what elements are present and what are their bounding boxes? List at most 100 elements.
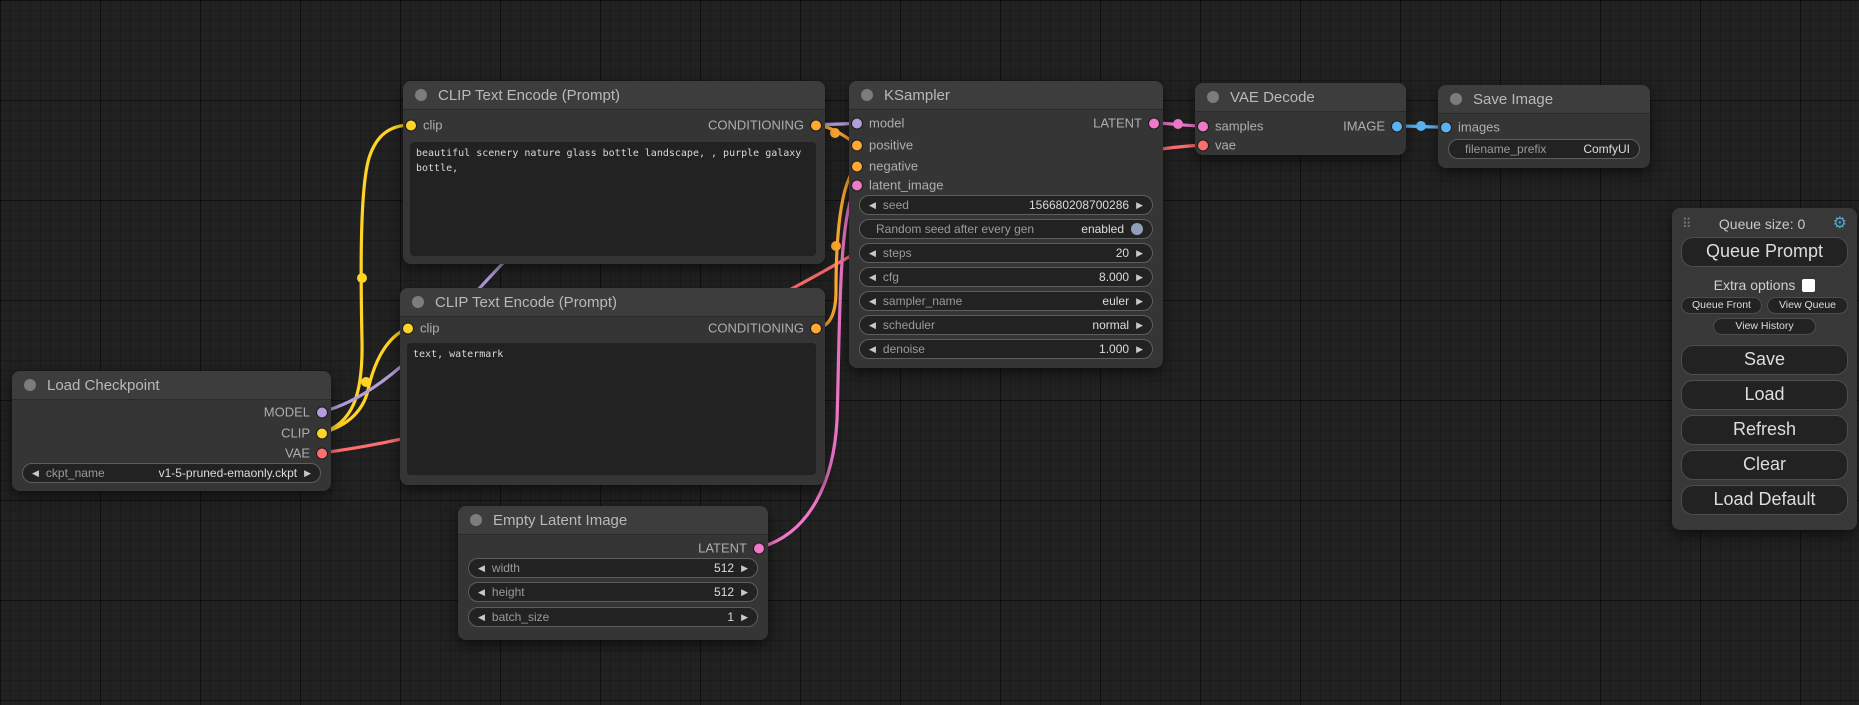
load-default-button[interactable]: Load Default [1681,485,1848,515]
node-collapse-dot-icon[interactable] [1207,91,1219,103]
ksampler-widget-steps[interactable]: ◀steps20▶ [859,243,1153,263]
increment-arrow-icon[interactable]: ▶ [741,564,748,573]
toggle-on-icon[interactable] [1131,223,1143,235]
increment-arrow-icon[interactable]: ▶ [1136,273,1143,282]
latent-port-dot[interactable] [1149,118,1159,128]
view-history-button[interactable]: View History [1713,318,1817,335]
conditioning-port-dot[interactable] [811,120,821,130]
conditioning-port-dot[interactable] [852,161,862,171]
wire-dot-decode-image-to-save[interactable] [1416,121,1426,131]
ksampler-widget-denoise[interactable]: ◀denoise1.000▶ [859,339,1153,359]
clip-port-dot[interactable] [317,428,327,438]
load-checkpoint-title-bar[interactable]: Load Checkpoint [12,371,331,400]
decrement-arrow-icon[interactable]: ◀ [869,297,876,306]
ksampler-widget-random-seed-after-every-gen[interactable]: Random seed after every genenabled [859,219,1153,239]
save-button[interactable]: Save [1681,345,1848,375]
node-empty-latent-image[interactable]: Empty Latent Image LATENT ◀width512▶ ◀heigh… [458,506,768,640]
increment-arrow-icon[interactable]: ▶ [1136,321,1143,330]
conditioning-port-dot[interactable] [852,140,862,150]
ksampler-output-latent[interactable]: LATENT [1093,116,1159,131]
clear-button[interactable]: Clear [1681,450,1848,480]
empty-latent-image-widget-width[interactable]: ◀width512▶ [468,558,758,578]
decrement-arrow-icon[interactable]: ◀ [869,201,876,210]
clip-port-dot[interactable] [403,323,413,333]
image-port-dot[interactable] [1441,122,1451,132]
node-load-checkpoint[interactable]: Load Checkpoint MODEL CLIP VAE ◀ckpt_namev1-… [12,371,331,491]
increment-arrow-icon[interactable]: ▶ [1136,249,1143,258]
empty-latent-image-output-latent[interactable]: LATENT [698,541,764,556]
view-queue-button[interactable]: View Queue [1767,297,1848,314]
node-collapse-dot-icon[interactable] [415,89,427,101]
wire-dot-checkpoint-clip-to-prompt2[interactable] [361,377,371,387]
wire-dot-negative-conditioning[interactable] [831,241,841,251]
increment-arrow-icon[interactable]: ▶ [1136,201,1143,210]
node-clip-text-encode-2[interactable]: CLIP Text Encode (Prompt) clip CONDITIONIN… [400,288,825,485]
ksampler-input-negative[interactable]: negative [852,159,918,174]
image-port-dot[interactable] [1392,121,1402,131]
model-port-dot[interactable] [852,118,862,128]
vae-port-dot[interactable] [317,448,327,458]
increment-arrow-icon[interactable]: ▶ [741,588,748,597]
decrement-arrow-icon[interactable]: ◀ [478,588,485,597]
save-image-input-images[interactable]: images [1441,120,1500,135]
node-collapse-dot-icon[interactable] [470,514,482,526]
decrement-arrow-icon[interactable]: ◀ [869,273,876,282]
save-image-widget-filename-prefix[interactable]: filename_prefixComfyUI [1448,139,1640,159]
node-vae-decode[interactable]: VAE DecodesamplesvaeIMAGE [1195,83,1406,155]
empty-latent-image-widget-batch-size[interactable]: ◀batch_size1▶ [468,607,758,627]
conditioning-port-dot[interactable] [811,323,821,333]
settings-gear-icon[interactable]: ⚙ [1833,216,1847,232]
drag-handle-icon[interactable]: ⠿ [1682,216,1692,232]
save-image-title-bar[interactable]: Save Image [1438,85,1650,114]
decrement-arrow-icon[interactable]: ◀ [478,613,485,622]
vae-port-dot[interactable] [1198,140,1208,150]
queue-front-button[interactable]: Queue Front [1681,297,1762,314]
decrement-arrow-icon[interactable]: ◀ [478,564,485,573]
node-collapse-dot-icon[interactable] [1450,93,1462,105]
vae-decode-title-bar[interactable]: VAE Decode [1195,83,1406,112]
ksampler-widget-sampler-name[interactable]: ◀sampler_nameeuler▶ [859,291,1153,311]
ksampler-input-positive[interactable]: positive [852,138,913,153]
clip-port-dot[interactable] [406,120,416,130]
latent-port-dot[interactable] [1198,121,1208,131]
extra-options-checkbox[interactable] [1802,279,1815,292]
wire-dot-positive-conditioning[interactable] [830,128,840,138]
clip-text-encode-1-title-bar[interactable]: CLIP Text Encode (Prompt) [403,81,825,110]
queue-prompt-button[interactable]: Queue Prompt [1681,237,1848,267]
clip-text-encode-2-output-conditioning[interactable]: CONDITIONING [708,321,821,336]
load-button[interactable]: Load [1681,380,1848,410]
node-collapse-dot-icon[interactable] [24,379,36,391]
node-save-image[interactable]: Save Image images filename_prefixComfyUI [1438,85,1650,168]
clip-text-encode-2-prompt-textarea[interactable]: text, watermark [407,343,816,475]
node-collapse-dot-icon[interactable] [861,89,873,101]
clip-text-encode-2-title-bar[interactable]: CLIP Text Encode (Prompt) [400,288,825,317]
clip-text-encode-1-prompt-textarea[interactable]: beautiful scenery nature glass bottle la… [410,142,816,256]
node-ksampler[interactable]: KSamplermodelpositivenegativelatent_imag… [849,81,1163,368]
decrement-arrow-icon[interactable]: ◀ [32,469,39,478]
node-collapse-dot-icon[interactable] [412,296,424,308]
load-checkpoint-widget-ckpt-name[interactable]: ◀ckpt_namev1-5-pruned-emaonly.ckpt▶ [22,463,321,483]
increment-arrow-icon[interactable]: ▶ [304,469,311,478]
ksampler-title-bar[interactable]: KSampler [849,81,1163,110]
increment-arrow-icon[interactable]: ▶ [1136,345,1143,354]
refresh-button[interactable]: Refresh [1681,415,1848,445]
wire-dot-checkpoint-clip-to-prompt1[interactable] [357,273,367,283]
latent-port-dot[interactable] [754,543,764,553]
empty-latent-image-widget-height[interactable]: ◀height512▶ [468,582,758,602]
model-port-dot[interactable] [317,407,327,417]
increment-arrow-icon[interactable]: ▶ [741,613,748,622]
decrement-arrow-icon[interactable]: ◀ [869,249,876,258]
ksampler-widget-scheduler[interactable]: ◀schedulernormal▶ [859,315,1153,335]
load-checkpoint-output-clip[interactable]: CLIP [281,426,327,441]
empty-latent-image-title-bar[interactable]: Empty Latent Image [458,506,768,535]
increment-arrow-icon[interactable]: ▶ [1136,297,1143,306]
load-checkpoint-output-vae[interactable]: VAE [285,446,327,461]
clip-text-encode-1-input-clip[interactable]: clip [406,118,443,133]
decrement-arrow-icon[interactable]: ◀ [869,345,876,354]
node-clip-text-encode-1[interactable]: CLIP Text Encode (Prompt)clipCONDITIONIN… [403,81,825,264]
load-checkpoint-output-model[interactable]: MODEL [264,405,327,420]
decrement-arrow-icon[interactable]: ◀ [869,321,876,330]
clip-text-encode-2-input-clip[interactable]: clip [403,321,440,336]
ksampler-input-latent_image[interactable]: latent_image [852,178,943,193]
wire-dot-ksampler-latent-to-decode[interactable] [1173,119,1183,129]
